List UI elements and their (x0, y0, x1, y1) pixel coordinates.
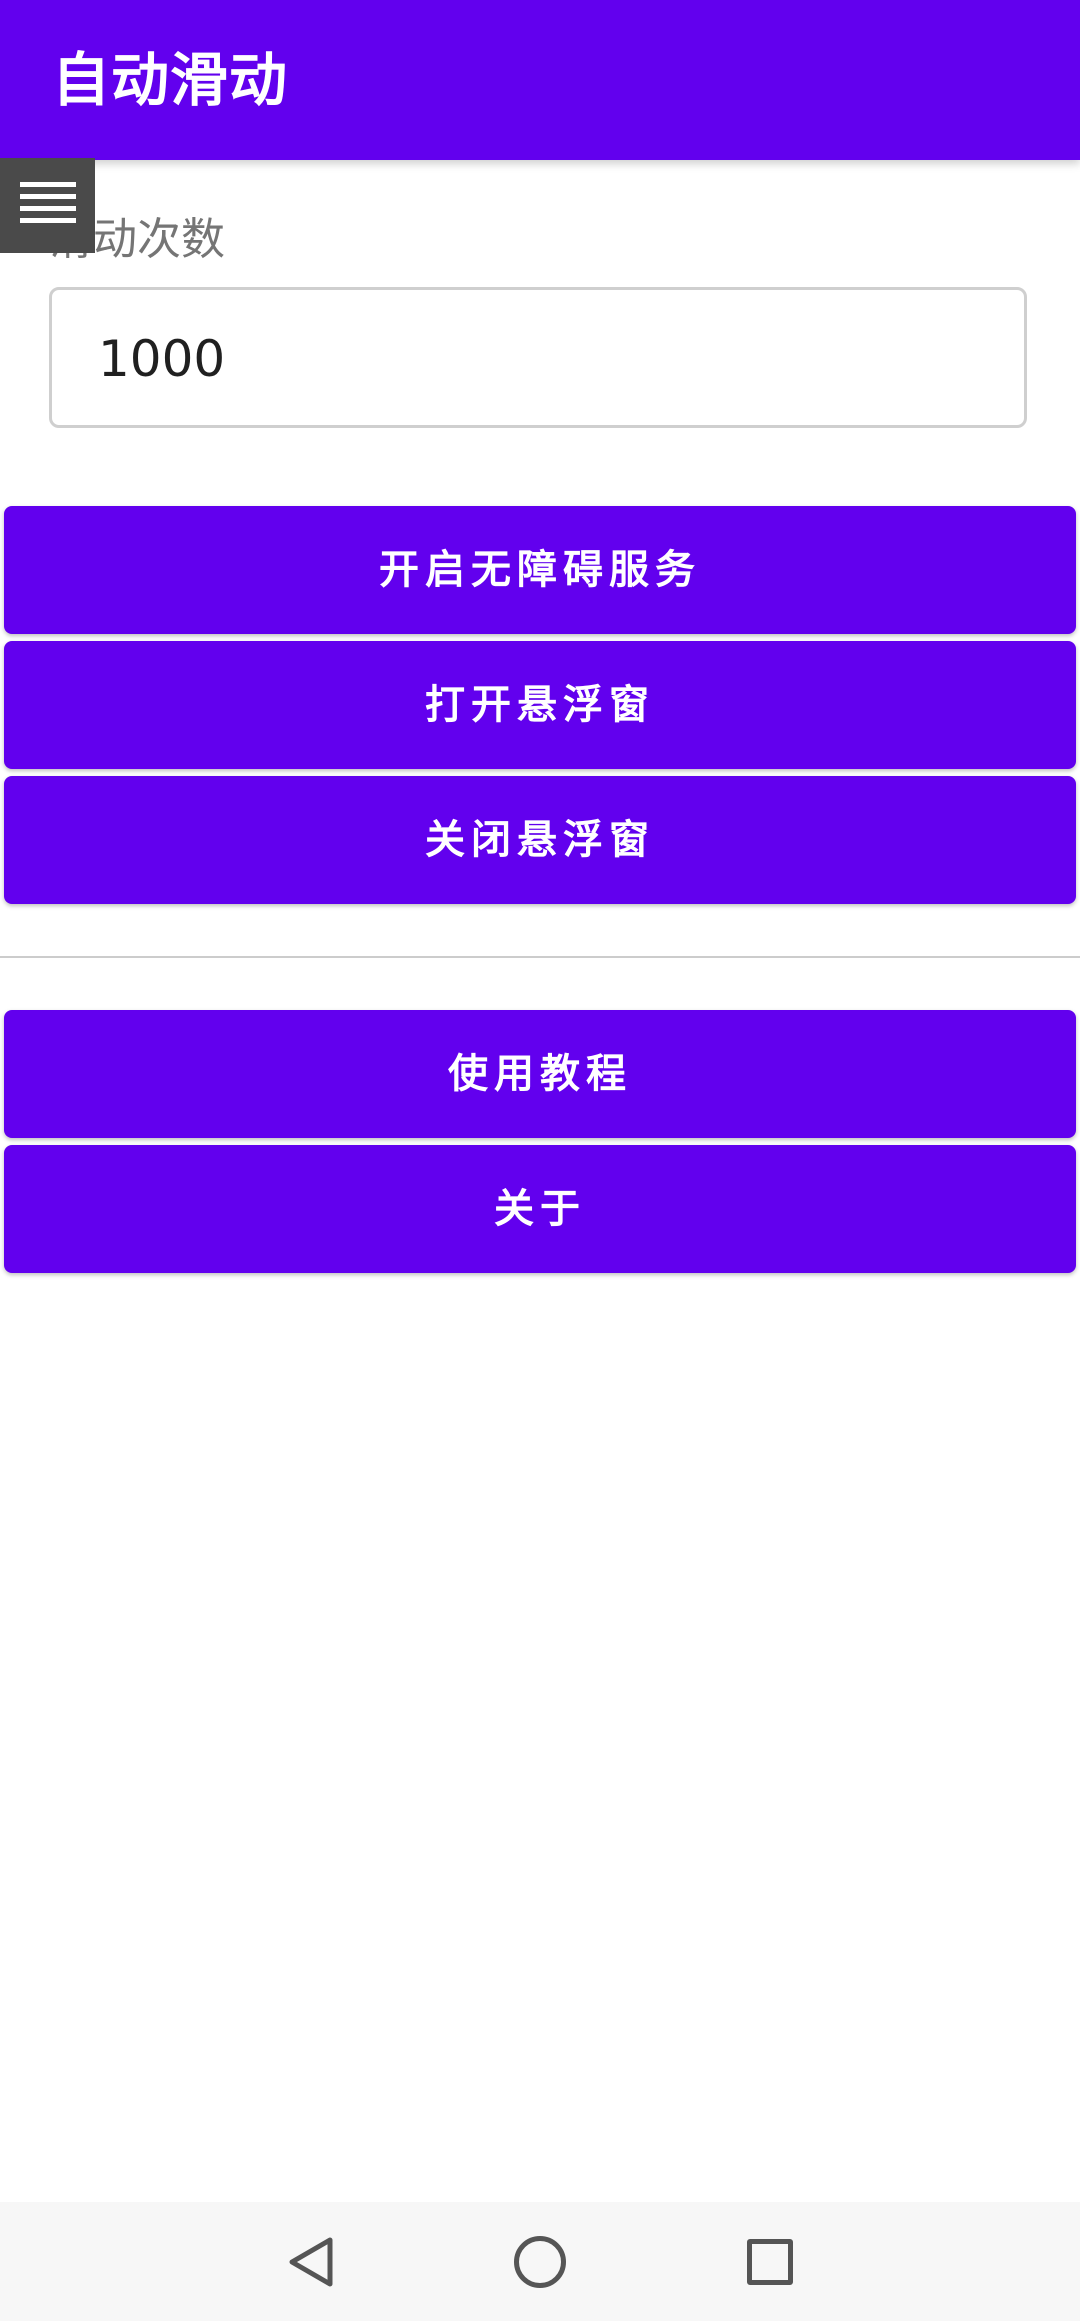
tutorial-button[interactable]: 使用教程 (4, 1010, 1076, 1138)
open-floating-window-button[interactable]: 打开悬浮窗 (4, 641, 1076, 769)
back-triangle-icon[interactable] (286, 2236, 336, 2288)
menu-bar-line (20, 206, 76, 211)
screen: 自动滑动 滑动次数 1000 开启无障碍服务 打开悬浮窗 关闭悬浮窗 使用教程 … (0, 0, 1080, 2321)
swipe-count-input[interactable]: 1000 (49, 287, 1027, 428)
app-title: 自动滑动 (52, 46, 289, 114)
menu-bar-line (20, 182, 76, 187)
swipe-count-value: 1000 (98, 330, 226, 388)
hamburger-menu-icon[interactable] (0, 158, 95, 253)
enable-accessibility-button[interactable]: 开启无障碍服务 (4, 506, 1076, 634)
app-bar: 自动滑动 (0, 0, 1080, 160)
divider (0, 956, 1080, 958)
about-button[interactable]: 关于 (4, 1145, 1076, 1273)
close-floating-window-button[interactable]: 关闭悬浮窗 (4, 776, 1076, 904)
menu-bar-line (20, 194, 76, 199)
home-circle-icon[interactable] (514, 2236, 566, 2288)
menu-bar-line (20, 218, 76, 223)
recents-square-icon[interactable] (747, 2239, 793, 2285)
system-navigation-bar (0, 2202, 1080, 2321)
